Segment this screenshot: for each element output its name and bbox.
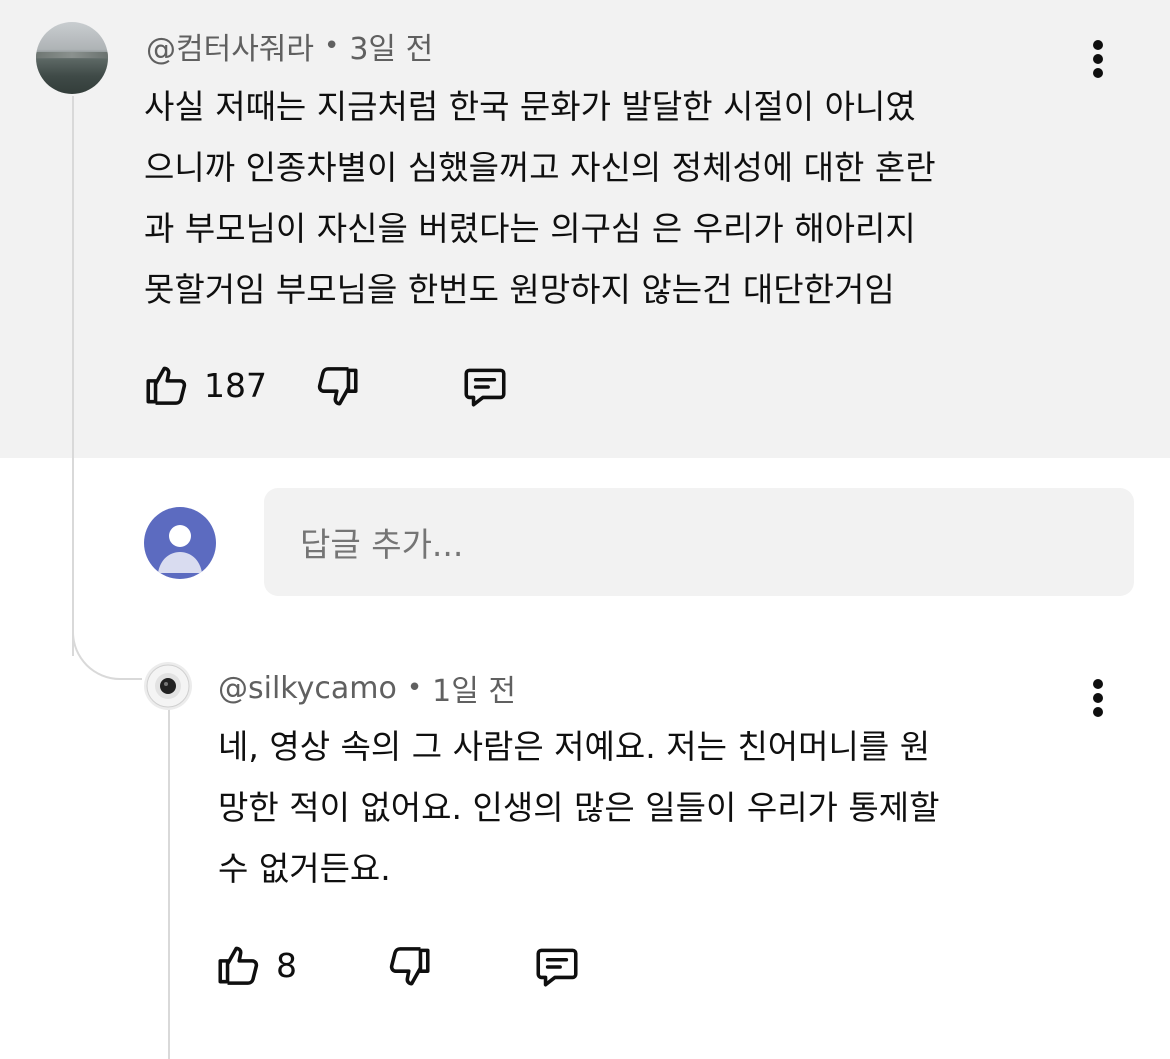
- like-button[interactable]: 187: [142, 360, 267, 410]
- reply-thread-line: [168, 708, 170, 1059]
- reply-like-button[interactable]: 8: [214, 940, 297, 990]
- comment-meta: @컴터사줘라 • 3일 전: [146, 24, 433, 68]
- commenter-avatar[interactable]: [36, 22, 108, 94]
- camera-lens-icon: [146, 664, 190, 708]
- reply-line: 망한 적이 없어요. 인생의 많은 일들이 우리가 통제할: [218, 788, 940, 827]
- reply-text: 네, 영상 속의 그 사람은 저예요. 저는 친어머니를 원 망한 적이 없어요…: [218, 716, 939, 899]
- comment-line: 과 부모님이 자신을 버렸다는 의구심 은 우리가 해아리지: [144, 209, 916, 248]
- reply-author-avatar[interactable]: [144, 662, 192, 710]
- reply-dislike-button[interactable]: [384, 942, 434, 992]
- thumbs-up-icon: [146, 366, 187, 405]
- thread-connector: [72, 610, 142, 680]
- like-count: 187: [204, 365, 267, 405]
- reply-like-count: 8: [276, 945, 297, 985]
- reply-input-placeholder: 답글 추가...: [300, 525, 464, 564]
- reply-input[interactable]: 답글 추가...: [264, 488, 1134, 596]
- meta-separator: •: [406, 673, 423, 703]
- thread-line: [72, 96, 74, 656]
- comment-time[interactable]: 3일 전: [349, 24, 433, 68]
- thumbs-up-icon: [218, 946, 259, 985]
- vertical-dots-icon: [1093, 679, 1103, 717]
- vertical-dots-icon: [1093, 40, 1103, 78]
- reply-button[interactable]: [460, 362, 510, 412]
- reply-author[interactable]: @silkycamo: [218, 671, 397, 706]
- comment-author[interactable]: @컴터사줘라: [146, 24, 314, 68]
- reply-reply-button[interactable]: [532, 942, 582, 992]
- comment-line: 사실 저때는 지금처럼 한국 문화가 발달한 시절이 아니였: [144, 87, 916, 126]
- reply-more-button[interactable]: [1078, 672, 1118, 724]
- dislike-button[interactable]: [312, 362, 362, 412]
- comment-more-button[interactable]: [1078, 33, 1118, 85]
- user-avatar[interactable]: [144, 507, 216, 579]
- reply-line: 수 없거든요.: [218, 849, 391, 888]
- comment-bubble-icon: [464, 368, 506, 407]
- comment-line: 으니까 인종차별이 심했을꺼고 자신의 정체성에 대한 혼란: [144, 148, 936, 187]
- reply-time[interactable]: 1일 전: [432, 666, 516, 710]
- meta-separator: •: [324, 31, 340, 61]
- reply-line: 네, 영상 속의 그 사람은 저예요. 저는 친어머니를 원: [218, 727, 931, 766]
- thumbs-down-icon: [389, 947, 430, 986]
- reply-meta: @silkycamo • 1일 전: [218, 666, 516, 710]
- comment-line: 못할거임 부모님을 한번도 원망하지 않는건 대단한거임: [144, 270, 895, 309]
- thumbs-down-icon: [317, 367, 358, 406]
- comment-text: 사실 저때는 지금처럼 한국 문화가 발달한 시절이 아니였 으니까 인종차별이…: [144, 76, 936, 320]
- comment-bubble-icon: [536, 948, 578, 987]
- person-icon: [158, 525, 202, 573]
